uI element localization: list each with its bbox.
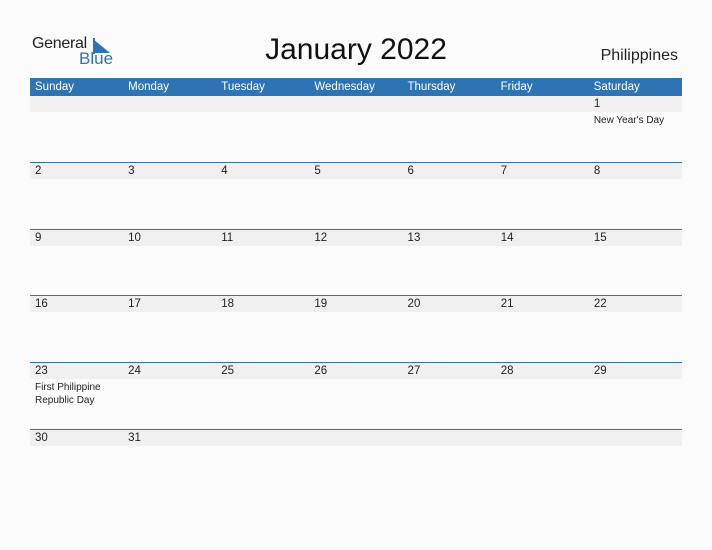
day-number: 23 xyxy=(35,365,48,377)
day-cell xyxy=(496,430,589,497)
week-row: 16 17 18 19 20 21 22 xyxy=(30,295,682,363)
day-number: 12 xyxy=(314,232,328,244)
day-cell xyxy=(309,430,402,497)
day-cell: 18 xyxy=(216,296,309,363)
day-number: 19 xyxy=(314,298,328,310)
day-cell xyxy=(589,430,682,497)
day-number: 28 xyxy=(500,365,514,377)
day-cell: 22 xyxy=(589,296,682,363)
day-number: 16 xyxy=(35,298,48,310)
day-number: 1 xyxy=(593,98,601,110)
day-cell: 17 xyxy=(123,296,216,363)
day-cell: 5 xyxy=(309,163,402,230)
week-row: 2 3 4 5 6 7 8 xyxy=(30,162,682,230)
day-cell: 8 xyxy=(589,163,682,230)
day-cell xyxy=(403,430,496,497)
week-row: 9 10 11 12 13 14 15 xyxy=(30,229,682,297)
holiday-label: First Philippine Republic Day xyxy=(35,382,101,406)
day-cell: 24 xyxy=(123,363,216,430)
country-label: Philippines xyxy=(600,47,678,64)
day-cell xyxy=(123,96,216,163)
day-cell: 11 xyxy=(216,230,309,297)
day-cell: 13 xyxy=(403,230,496,297)
day-number: 2 xyxy=(35,165,42,177)
day-number: 11 xyxy=(221,232,234,244)
day-cell: 16 xyxy=(30,296,123,363)
day-cell xyxy=(309,96,402,163)
day-cell: 19 xyxy=(309,296,402,363)
day-number: 21 xyxy=(500,298,514,310)
day-number: 3 xyxy=(128,165,135,177)
weekday-monday: Monday xyxy=(128,81,170,93)
weekday-sunday: Sunday xyxy=(35,81,75,93)
weekday-saturday: Saturday xyxy=(593,81,640,93)
day-number: 4 xyxy=(221,165,228,177)
day-cell: 21 xyxy=(496,296,589,363)
day-cell: 29 xyxy=(589,363,682,430)
weekday-wednesday: Wednesday xyxy=(314,81,375,93)
weekday-header: Sunday Monday Tuesday Wednesday Thursday… xyxy=(30,78,682,96)
day-cell xyxy=(216,430,309,497)
holiday-label: New Year's Day xyxy=(593,115,665,126)
day-cell: 25 xyxy=(216,363,309,430)
day-cell: 9 xyxy=(30,230,123,297)
day-number: 13 xyxy=(407,232,421,244)
day-number: 5 xyxy=(314,165,321,177)
weekday-thursday: Thursday xyxy=(407,81,456,93)
day-cell: 14 xyxy=(496,230,589,297)
day-cell xyxy=(216,96,309,163)
week-row: 30 31 xyxy=(30,429,682,497)
day-number: 6 xyxy=(407,165,414,177)
day-number: 29 xyxy=(593,365,607,377)
day-cell: 27 xyxy=(403,363,496,430)
week-row: 23 First Philippine Republic Day 24 25 26 27 2… xyxy=(30,362,682,430)
day-number: 17 xyxy=(128,298,141,310)
day-cell: 7 xyxy=(496,163,589,230)
day-cell: 20 xyxy=(403,296,496,363)
day-cell xyxy=(403,96,496,163)
day-cell: 6 xyxy=(403,163,496,230)
day-number: 20 xyxy=(407,298,421,310)
day-cell: 1 New Year's Day xyxy=(589,96,682,163)
day-cell: 12 xyxy=(309,230,402,297)
day-cell: 2 xyxy=(30,163,123,230)
day-number: 18 xyxy=(221,298,235,310)
day-number: 25 xyxy=(221,365,235,377)
day-cell: 26 xyxy=(309,363,402,430)
day-cell: 3 xyxy=(123,163,216,230)
weekday-friday: Friday xyxy=(500,81,533,93)
weekday-tuesday: Tuesday xyxy=(221,81,265,93)
day-cell xyxy=(496,96,589,163)
day-cell: 28 xyxy=(496,363,589,430)
day-number: 27 xyxy=(407,365,421,377)
week-row: 1 New Year's Day xyxy=(30,96,682,163)
day-cell: 31 xyxy=(123,430,216,497)
day-number: 15 xyxy=(593,232,607,244)
day-number: 10 xyxy=(128,232,141,244)
day-number: 14 xyxy=(500,232,514,244)
day-number: 31 xyxy=(128,432,141,444)
day-number: 26 xyxy=(314,365,328,377)
day-cell: 30 xyxy=(30,430,123,497)
day-number: 24 xyxy=(128,365,141,377)
day-number: 22 xyxy=(593,298,607,310)
day-cell: 10 xyxy=(123,230,216,297)
day-cell xyxy=(30,96,123,163)
day-number: 30 xyxy=(35,432,48,444)
day-cell: 4 xyxy=(216,163,309,230)
day-number: 8 xyxy=(593,165,601,177)
day-cell: 15 xyxy=(589,230,682,297)
day-number: 9 xyxy=(35,232,42,244)
day-number: 7 xyxy=(500,165,508,177)
day-cell: 23 First Philippine Republic Day xyxy=(30,363,123,430)
